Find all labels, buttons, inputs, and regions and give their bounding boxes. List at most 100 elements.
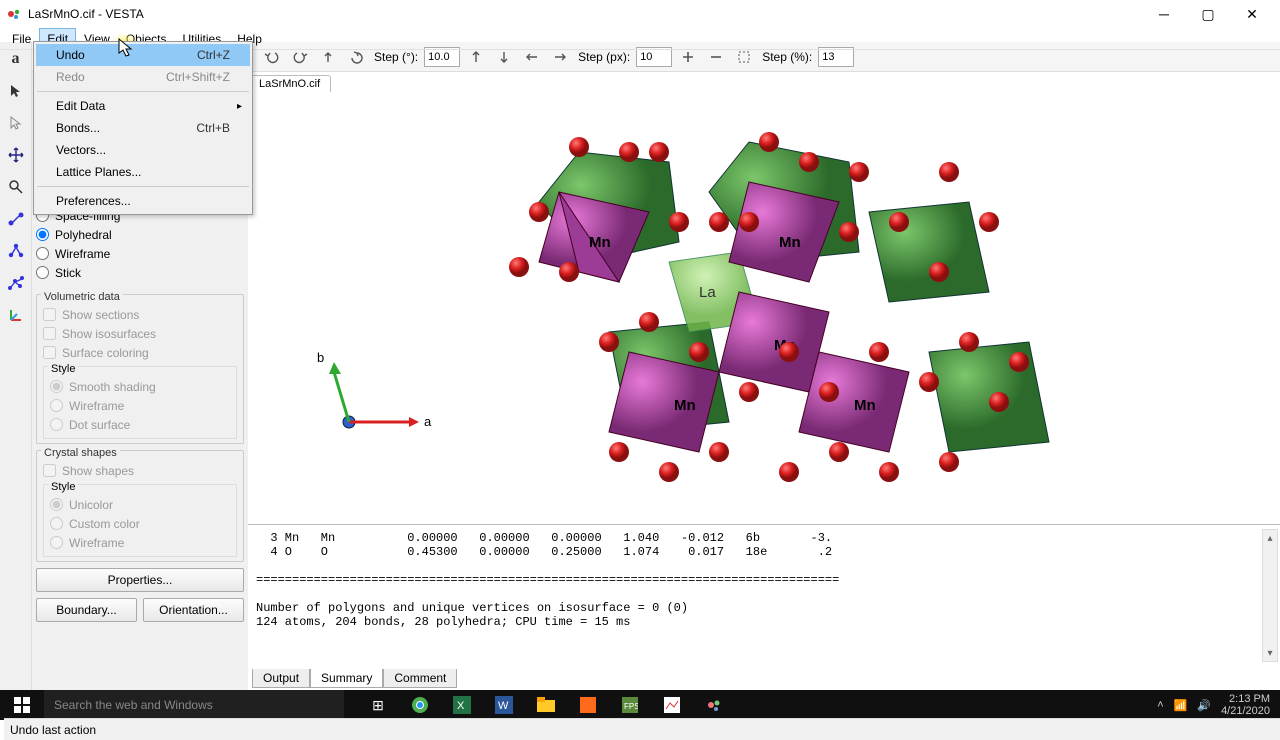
crys-custom-color[interactable]: Custom color [50,514,230,533]
chrome-icon[interactable] [400,690,440,720]
edit-menu-dropdown: Undo Ctrl+Z Redo Ctrl+Shift+Z Edit Data … [33,41,253,215]
mn-label: Mn [589,234,611,251]
axis-a-label: a [424,414,432,429]
boundary-button[interactable]: Boundary... [36,598,137,622]
menu-redo-shortcut: Ctrl+Shift+Z [166,70,230,84]
output-tab-comment[interactable]: Comment [383,669,457,688]
style-polyhedral[interactable]: Polyhedral [36,225,244,244]
viewport-canvas[interactable]: La Mn Mn Mn Mn Mn [248,92,1280,524]
scroll-down-icon[interactable]: ▾ [1263,645,1277,661]
check-show-shapes[interactable]: Show shapes [43,461,237,480]
svg-text:FPS: FPS [624,702,638,711]
menu-undo-shortcut: Ctrl+Z [197,48,230,62]
taskbar: Search the web and Windows ⊞ X W FPS ˄ 📶… [0,690,1280,720]
tray-chevron-icon[interactable]: ˄ [1157,699,1163,711]
menu-preferences-label: Preferences... [56,194,131,208]
crys-wireframe[interactable]: Wireframe [50,533,230,552]
style-wireframe[interactable]: Wireframe [36,244,244,263]
step-deg-label: Step (°): [374,50,418,64]
file-tab[interactable]: LaSrMnO.cif [248,75,331,92]
mn-label: Mn [779,234,801,251]
vol-wireframe[interactable]: Wireframe [50,396,230,415]
app-icon-1[interactable] [568,690,608,720]
mn-label: Mn [854,397,876,414]
excel-icon[interactable]: X [442,690,482,720]
explorer-icon[interactable] [526,690,566,720]
orientation-button[interactable]: Orientation... [143,598,244,622]
vol-dot-surface[interactable]: Dot surface [50,415,230,434]
vol-style-subgroup: Style Smooth shading Wireframe Dot surfa… [43,366,237,439]
style-stick[interactable]: Stick [36,263,244,282]
tray-network-icon[interactable]: 📶 [1174,699,1188,712]
status-bar: Undo last action [4,718,1280,740]
word-icon[interactable]: W [484,690,524,720]
crys-unicolor[interactable]: Unicolor [50,495,230,514]
crystal-structure: La Mn Mn Mn Mn Mn [509,132,1049,482]
dihedral-tool-icon[interactable] [3,270,29,296]
scroll-up-icon[interactable]: ▴ [1263,530,1277,546]
app-icon [6,6,22,22]
axes-tool-icon[interactable] [3,302,29,328]
crystal-shapes-title: Crystal shapes [41,447,120,459]
step-px-label: Step (px): [578,50,630,64]
axis-b-label: b [317,350,324,365]
task-view-icon[interactable]: ⊞ [358,690,398,720]
menu-redo[interactable]: Redo Ctrl+Shift+Z [36,66,250,88]
taskbar-search[interactable]: Search the web and Windows [44,690,344,720]
vol-smooth-shading[interactable]: Smooth shading [50,377,230,396]
distance-tool-icon[interactable] [3,206,29,232]
output-tab-output[interactable]: Output [252,669,310,688]
step-pct-label: Step (%): [762,50,812,64]
la-label: La [699,284,716,301]
taskbar-apps: ⊞ X W FPS [358,690,734,720]
check-show-isosurfaces[interactable]: Show isosurfaces [43,324,237,343]
menu-bonds[interactable]: Bonds... Ctrl+B [36,117,250,139]
app-icon-3[interactable] [652,690,692,720]
maximize-button[interactable]: ▢ [1186,0,1230,28]
menu-lattice-label: Lattice Planes... [56,165,141,179]
check-surface-coloring[interactable]: Surface coloring [43,343,237,362]
volumetric-group: Volumetric data Show sections Show isosu… [36,294,244,444]
menu-bonds-label: Bonds... [56,121,100,135]
menu-preferences[interactable]: Preferences... [36,190,250,212]
menu-lattice-planes[interactable]: Lattice Planes... [36,161,250,183]
mn-label: Mn [674,397,696,414]
search-placeholder: Search the web and Windows [54,698,213,712]
menu-undo[interactable]: Undo Ctrl+Z [36,44,250,66]
menu-vectors[interactable]: Vectors... [36,139,250,161]
taskbar-clock[interactable]: 2:13 PM 4/21/2020 [1221,693,1270,717]
output-scrollbar[interactable]: ▴ ▾ [1262,529,1278,662]
start-button[interactable] [0,690,44,720]
file-tab-strip: LaSrMnO.cif [248,72,331,92]
properties-button[interactable]: Properties... [36,568,244,592]
check-show-sections[interactable]: Show sections [43,305,237,324]
close-button[interactable]: ✕ [1230,0,1274,28]
volumetric-title: Volumetric data [41,291,123,303]
pointer-tool-icon[interactable] [3,78,29,104]
angle-tool-icon[interactable] [3,238,29,264]
minimize-button[interactable]: ─ [1142,0,1186,28]
menu-separator [37,91,249,92]
vesta-taskbar-icon[interactable] [694,690,734,720]
output-tab-summary[interactable]: Summary [310,669,383,688]
select-tool-icon[interactable] [3,110,29,136]
menu-separator [37,186,249,187]
svg-text:W: W [498,700,509,712]
submenu-arrow-icon: ▸ [237,101,242,112]
tray-volume-icon[interactable]: 🔊 [1197,699,1211,712]
menu-edit-data-label: Edit Data [56,99,105,113]
window-title: LaSrMnO.cif - VESTA [28,7,1142,21]
menu-edit-data[interactable]: Edit Data ▸ [36,95,250,117]
axes-gizmo: a b [317,350,432,429]
crys-style-title: Style [48,481,78,493]
menu-vectors-label: Vectors... [56,143,106,157]
app-icon-2[interactable]: FPS [610,690,650,720]
crystal-shapes-group: Crystal shapes Show shapes Style Unicolo… [36,450,244,562]
svg-text:X: X [457,700,465,712]
output-tabs: Output Summary Comment [252,669,457,688]
system-tray: ˄ 📶 🔊 2:13 PM 4/21/2020 [1147,693,1280,717]
menu-bonds-shortcut: Ctrl+B [196,121,230,135]
vol-style-title: Style [48,363,78,375]
move-tool-icon[interactable] [3,142,29,168]
magnify-tool-icon[interactable] [3,174,29,200]
